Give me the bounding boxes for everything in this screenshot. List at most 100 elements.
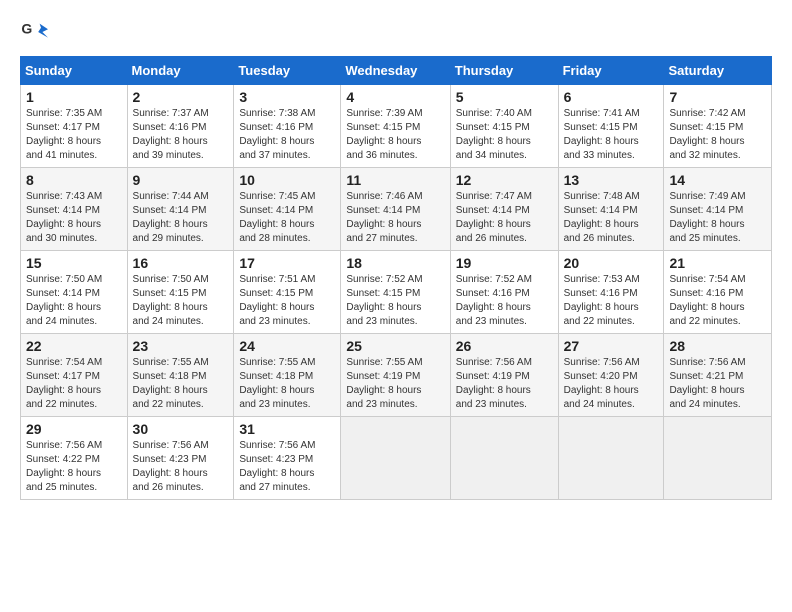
day-detail: Sunrise: 7:54 AMSunset: 4:17 PMDaylight:… [26, 356, 122, 412]
day-detail: Sunrise: 7:54 AMSunset: 4:16 PMDaylight:… [669, 273, 766, 329]
day-cell-25: 25Sunrise: 7:55 AMSunset: 4:19 PMDayligh… [341, 334, 450, 417]
page: G SundayMondayTuesdayWednesdayThursdayFr… [0, 0, 792, 510]
day-detail: Sunrise: 7:42 AMSunset: 4:15 PMDaylight:… [669, 107, 766, 163]
day-number: 29 [26, 421, 122, 437]
svg-text:G: G [21, 20, 32, 36]
week-row-4: 22Sunrise: 7:54 AMSunset: 4:17 PMDayligh… [21, 334, 772, 417]
day-cell-23: 23Sunrise: 7:55 AMSunset: 4:18 PMDayligh… [127, 334, 234, 417]
day-detail: Sunrise: 7:48 AMSunset: 4:14 PMDaylight:… [564, 190, 659, 246]
day-number: 13 [564, 172, 659, 188]
day-detail: Sunrise: 7:51 AMSunset: 4:15 PMDaylight:… [239, 273, 335, 329]
day-cell-6: 6 Sunrise: 7:41 AMSunset: 4:15 PMDaylight… [558, 85, 664, 168]
day-cell-21: 21 Sunrise: 7:54 AMSunset: 4:16 PMDayligh… [664, 251, 772, 334]
day-detail: Sunrise: 7:44 AMSunset: 4:14 PMDaylight:… [133, 190, 229, 246]
day-detail: Sunrise: 7:56 AMSunset: 4:23 PMDaylight:… [133, 439, 229, 495]
day-detail: Sunrise: 7:50 AMSunset: 4:14 PMDaylight:… [26, 273, 122, 329]
day-number: 15 [26, 255, 122, 271]
logo: G [20, 18, 52, 46]
day-detail: Sunrise: 7:55 AMSunset: 4:18 PMDaylight:… [239, 356, 335, 412]
day-number: 18 [346, 255, 444, 271]
day-cell-30: 30 Sunrise: 7:56 AMSunset: 4:23 PMDayligh… [127, 417, 234, 500]
day-detail: Sunrise: 7:46 AMSunset: 4:14 PMDaylight:… [346, 190, 444, 246]
day-number: 19 [456, 255, 553, 271]
day-cell-11: 11 Sunrise: 7:46 AMSunset: 4:14 PMDayligh… [341, 168, 450, 251]
day-detail: Sunrise: 7:40 AMSunset: 4:15 PMDaylight:… [456, 107, 553, 163]
day-cell-8: 8 Sunrise: 7:43 AMSunset: 4:14 PMDaylight… [21, 168, 128, 251]
day-cell-12: 12 Sunrise: 7:47 AMSunset: 4:14 PMDayligh… [450, 168, 558, 251]
day-cell-1: 1 Sunrise: 7:35 AMSunset: 4:17 PMDaylight… [21, 85, 128, 168]
day-cell-4: 4Sunrise: 7:39 AMSunset: 4:15 PMDaylight… [341, 85, 450, 168]
day-number: 14 [669, 172, 766, 188]
day-cell-31: 31 Sunrise: 7:56 AMSunset: 4:23 PMDayligh… [234, 417, 341, 500]
day-cell-19: 19 Sunrise: 7:52 AMSunset: 4:16 PMDayligh… [450, 251, 558, 334]
day-number: 9 [133, 172, 229, 188]
day-cell-16: 16 Sunrise: 7:50 AMSunset: 4:15 PMDayligh… [127, 251, 234, 334]
day-cell-18: 18 Sunrise: 7:52 AMSunset: 4:15 PMDayligh… [341, 251, 450, 334]
day-cell-13: 13 Sunrise: 7:48 AMSunset: 4:14 PMDayligh… [558, 168, 664, 251]
day-number: 21 [669, 255, 766, 271]
week-row-5: 29 Sunrise: 7:56 AMSunset: 4:22 PMDayligh… [21, 417, 772, 500]
weekday-wednesday: Wednesday [341, 57, 450, 85]
day-number: 6 [564, 89, 659, 105]
empty-cell [450, 417, 558, 500]
day-detail: Sunrise: 7:47 AMSunset: 4:14 PMDaylight:… [456, 190, 553, 246]
weekday-monday: Monday [127, 57, 234, 85]
day-cell-5: 5 Sunrise: 7:40 AMSunset: 4:15 PMDaylight… [450, 85, 558, 168]
day-number: 11 [346, 172, 444, 188]
day-detail: Sunrise: 7:45 AMSunset: 4:14 PMDaylight:… [239, 190, 335, 246]
day-number: 10 [239, 172, 335, 188]
day-cell-22: 22Sunrise: 7:54 AMSunset: 4:17 PMDayligh… [21, 334, 128, 417]
weekday-saturday: Saturday [664, 57, 772, 85]
day-detail: Sunrise: 7:50 AMSunset: 4:15 PMDaylight:… [133, 273, 229, 329]
weekday-header-row: SundayMondayTuesdayWednesdayThursdayFrid… [21, 57, 772, 85]
weekday-tuesday: Tuesday [234, 57, 341, 85]
day-number: 26 [456, 338, 553, 354]
day-detail: Sunrise: 7:35 AMSunset: 4:17 PMDaylight:… [26, 107, 122, 163]
day-number: 7 [669, 89, 766, 105]
day-cell-27: 27Sunrise: 7:56 AMSunset: 4:20 PMDayligh… [558, 334, 664, 417]
day-detail: Sunrise: 7:56 AMSunset: 4:23 PMDaylight:… [239, 439, 335, 495]
day-number: 24 [239, 338, 335, 354]
day-cell-20: 20 Sunrise: 7:53 AMSunset: 4:16 PMDayligh… [558, 251, 664, 334]
day-number: 1 [26, 89, 122, 105]
day-cell-24: 24 Sunrise: 7:55 AMSunset: 4:18 PMDayligh… [234, 334, 341, 417]
day-detail: Sunrise: 7:37 AMSunset: 4:16 PMDaylight:… [133, 107, 229, 163]
week-row-2: 8 Sunrise: 7:43 AMSunset: 4:14 PMDaylight… [21, 168, 772, 251]
calendar-table: SundayMondayTuesdayWednesdayThursdayFrid… [20, 56, 772, 500]
day-detail: Sunrise: 7:43 AMSunset: 4:14 PMDaylight:… [26, 190, 122, 246]
day-detail: Sunrise: 7:55 AMSunset: 4:19 PMDaylight:… [346, 356, 444, 412]
day-cell-26: 26 Sunrise: 7:56 AMSunset: 4:19 PMDayligh… [450, 334, 558, 417]
day-cell-7: 7 Sunrise: 7:42 AMSunset: 4:15 PMDaylight… [664, 85, 772, 168]
empty-cell [341, 417, 450, 500]
week-row-3: 15 Sunrise: 7:50 AMSunset: 4:14 PMDayligh… [21, 251, 772, 334]
day-number: 2 [133, 89, 229, 105]
day-number: 30 [133, 421, 229, 437]
day-cell-2: 2 Sunrise: 7:37 AMSunset: 4:16 PMDaylight… [127, 85, 234, 168]
day-number: 5 [456, 89, 553, 105]
day-detail: Sunrise: 7:56 AMSunset: 4:22 PMDaylight:… [26, 439, 122, 495]
day-number: 20 [564, 255, 659, 271]
header: G [20, 18, 772, 46]
day-number: 8 [26, 172, 122, 188]
day-number: 17 [239, 255, 335, 271]
day-detail: Sunrise: 7:52 AMSunset: 4:16 PMDaylight:… [456, 273, 553, 329]
day-detail: Sunrise: 7:55 AMSunset: 4:18 PMDaylight:… [133, 356, 229, 412]
day-number: 31 [239, 421, 335, 437]
day-detail: Sunrise: 7:41 AMSunset: 4:15 PMDaylight:… [564, 107, 659, 163]
weekday-friday: Friday [558, 57, 664, 85]
day-cell-14: 14 Sunrise: 7:49 AMSunset: 4:14 PMDayligh… [664, 168, 772, 251]
day-cell-3: 3 Sunrise: 7:38 AMSunset: 4:16 PMDaylight… [234, 85, 341, 168]
day-number: 3 [239, 89, 335, 105]
day-detail: Sunrise: 7:49 AMSunset: 4:14 PMDaylight:… [669, 190, 766, 246]
day-detail: Sunrise: 7:56 AMSunset: 4:19 PMDaylight:… [456, 356, 553, 412]
day-cell-17: 17 Sunrise: 7:51 AMSunset: 4:15 PMDayligh… [234, 251, 341, 334]
day-detail: Sunrise: 7:52 AMSunset: 4:15 PMDaylight:… [346, 273, 444, 329]
day-cell-9: 9 Sunrise: 7:44 AMSunset: 4:14 PMDaylight… [127, 168, 234, 251]
day-detail: Sunrise: 7:56 AMSunset: 4:21 PMDaylight:… [669, 356, 766, 412]
day-number: 12 [456, 172, 553, 188]
day-detail: Sunrise: 7:53 AMSunset: 4:16 PMDaylight:… [564, 273, 659, 329]
day-cell-28: 28 Sunrise: 7:56 AMSunset: 4:21 PMDayligh… [664, 334, 772, 417]
day-number: 16 [133, 255, 229, 271]
day-detail: Sunrise: 7:38 AMSunset: 4:16 PMDaylight:… [239, 107, 335, 163]
day-number: 28 [669, 338, 766, 354]
